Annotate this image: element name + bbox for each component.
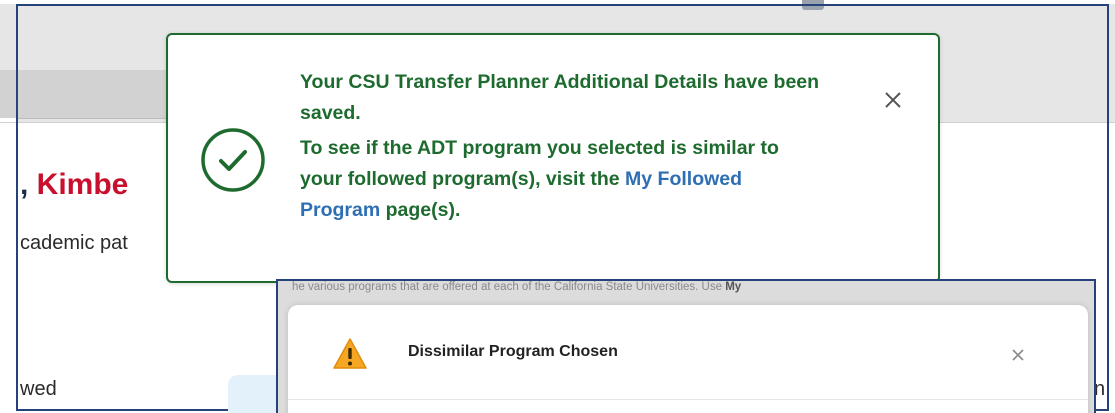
dissimilar-program-dialog: Dissimilar Program Chosen <box>288 305 1088 413</box>
success-toast: Your CSU Transfer Planner Additional Det… <box>166 33 940 283</box>
faded-text: he various programs that are offered at … <box>292 281 722 293</box>
greeting-heading: , Kimbe <box>20 168 128 202</box>
followed-label: wed <box>20 378 57 400</box>
check-circle-icon <box>201 128 265 192</box>
warning-icon <box>333 338 367 369</box>
dialog-title: Dissimilar Program Chosen <box>408 343 618 360</box>
faded-background-text: he various programs that are offered at … <box>292 281 1092 293</box>
close-icon[interactable] <box>880 87 906 113</box>
toast-message: Your CSU Transfer Planner Additional Det… <box>300 67 820 226</box>
greeting-subtitle: cademic pat <box>20 232 128 254</box>
toast-instruction-text: To see if the ADT program you selected i… <box>300 133 820 226</box>
greeting-prefix: , <box>20 168 37 201</box>
dialog-divider <box>288 399 1088 400</box>
toast-saved-text: Your CSU Transfer Planner Additional Det… <box>300 71 820 124</box>
toast-instruction-suffix: page(s). <box>380 199 461 221</box>
greeting-name: Kimbe <box>36 168 129 201</box>
dialog-screenshot-inset: he various programs that are offered at … <box>276 279 1096 413</box>
frame-cut <box>0 118 16 122</box>
close-icon[interactable] <box>1010 347 1026 363</box>
faded-bold-text: My <box>725 281 742 293</box>
